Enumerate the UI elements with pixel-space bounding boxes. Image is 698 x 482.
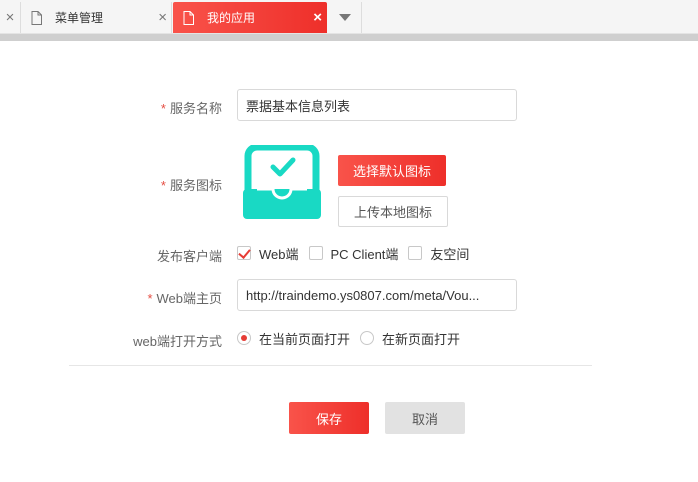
- service-name-label: * 服务名称: [161, 98, 222, 117]
- publish-client-label: 发布客户端: [156, 249, 222, 264]
- pc-client-checkbox[interactable]: [308, 246, 323, 260]
- tab-my-apps[interactable]: 我的应用 ×: [173, 2, 327, 33]
- client-option-friend-space[interactable]: 友空间: [408, 244, 469, 263]
- choose-default-icon-button[interactable]: 选择默认图标: [338, 155, 446, 186]
- web-home-input[interactable]: http://traindemo.ys0807.com/meta/Vou...: [237, 279, 517, 311]
- open-mode-new-page[interactable]: 在新页面打开: [360, 329, 460, 348]
- service-name-label-text: 服务名称: [169, 101, 222, 116]
- service-icon-label: * 服务图标: [161, 175, 222, 194]
- web-checkbox-label: Web端: [259, 246, 299, 262]
- document-icon: [183, 10, 194, 25]
- prev-tab-close-button[interactable]: ×: [0, 2, 20, 33]
- tab-menu-management[interactable]: 菜单管理 ×: [20, 2, 172, 33]
- cancel-button[interactable]: 取消: [385, 402, 465, 434]
- caret-down-icon[interactable]: [338, 14, 351, 21]
- current-page-radio-label: 在当前页面打开: [259, 331, 351, 347]
- current-page-radio[interactable]: [237, 331, 251, 345]
- tab-label: 菜单管理: [55, 11, 104, 25]
- client-option-pc[interactable]: PC Client端: [308, 244, 399, 263]
- tab-more-dropdown[interactable]: [328, 2, 362, 33]
- client-option-web[interactable]: Web端: [237, 244, 299, 263]
- tray-check-icon: [243, 145, 321, 219]
- pc-client-checkbox-label: PC Client端: [330, 246, 399, 262]
- web-home-value: http://traindemo.ys0807.com/meta/Vou...: [246, 287, 480, 303]
- tab-label: 我的应用: [207, 11, 256, 25]
- upload-local-icon-button[interactable]: 上传本地图标: [338, 196, 448, 227]
- required-mark: *: [147, 291, 153, 306]
- web-open-mode-label: web端打开方式: [133, 334, 222, 349]
- tab-bar: × 菜单管理 × 我的应用 ×: [0, 0, 698, 34]
- service-name-value: 票据基本信息列表: [246, 98, 351, 114]
- close-icon[interactable]: ×: [158, 10, 167, 25]
- friend-space-checkbox[interactable]: [408, 246, 423, 260]
- tab-bar-shadow: [0, 34, 698, 41]
- friend-space-checkbox-label: 友空间: [430, 246, 470, 262]
- save-button[interactable]: 保存: [289, 402, 369, 434]
- service-name-input[interactable]: 票据基本信息列表: [237, 89, 517, 121]
- required-mark: *: [160, 178, 166, 193]
- web-home-label: * Web端主页: [147, 288, 222, 307]
- required-mark: *: [160, 101, 166, 116]
- new-page-radio-label: 在新页面打开: [382, 331, 461, 347]
- web-checkbox[interactable]: [237, 246, 251, 260]
- open-mode-current-page[interactable]: 在当前页面打开: [237, 329, 350, 348]
- publish-client-options: Web端 PC Client端 友空间: [237, 244, 479, 262]
- web-open-mode-options: 在当前页面打开 在新页面打开: [237, 329, 470, 347]
- service-icon-label-text: 服务图标: [169, 178, 222, 193]
- document-icon: [31, 10, 42, 25]
- new-page-radio[interactable]: [360, 331, 375, 345]
- close-icon[interactable]: ×: [313, 10, 322, 25]
- form-divider: [69, 365, 592, 366]
- web-home-label-text: Web端主页: [156, 291, 223, 306]
- close-icon[interactable]: ×: [6, 10, 15, 25]
